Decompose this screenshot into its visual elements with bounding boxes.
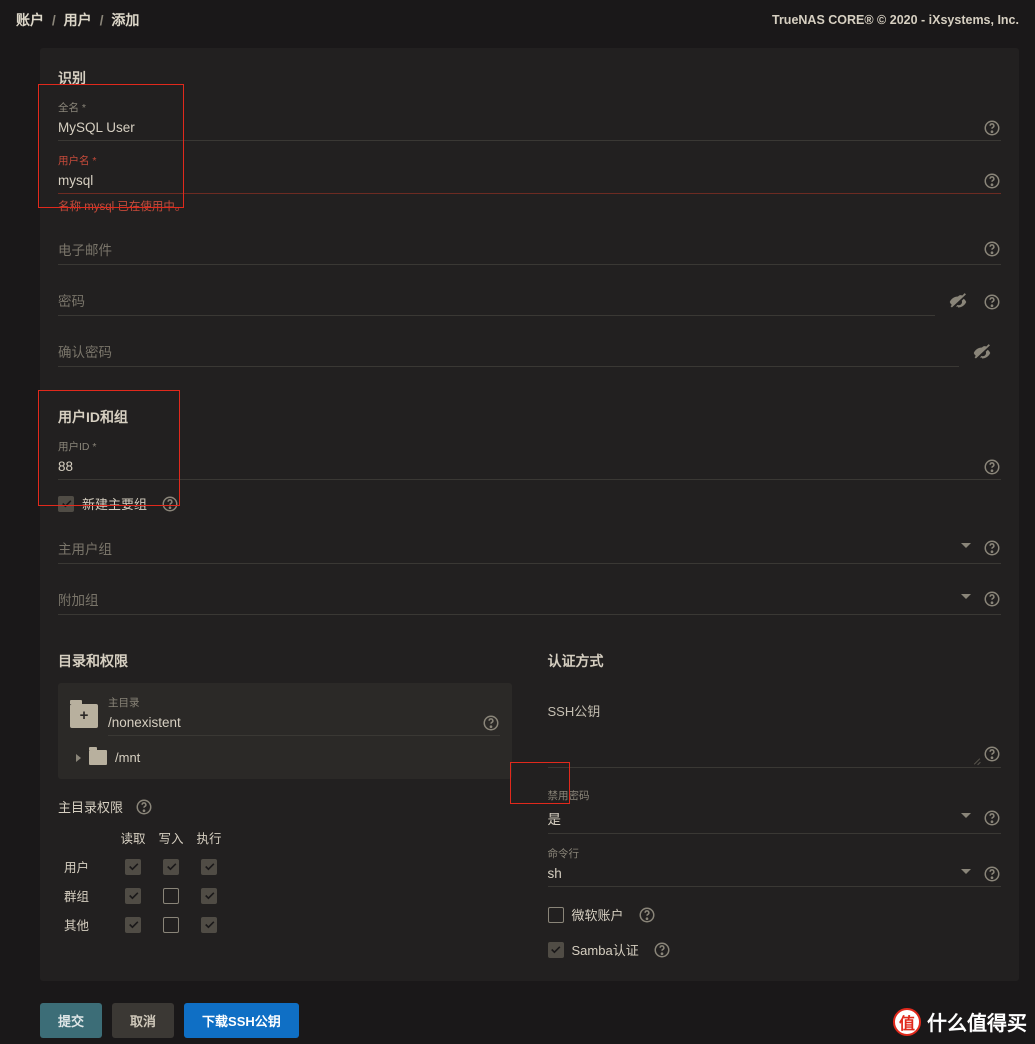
shell-label: 命令行 [548, 846, 1002, 861]
watermark-icon: 值 [893, 1008, 921, 1036]
disable-password-label: 禁用密码 [548, 788, 1002, 803]
perm-header-read: 读取 [116, 828, 150, 847]
watermark-text: 什么值得买 [927, 1007, 1027, 1036]
help-icon[interactable] [983, 240, 1001, 258]
help-icon[interactable] [983, 865, 1001, 883]
watermark: 值 什么值得买 [893, 1007, 1027, 1036]
breadcrumb: 账户 / 用户 / 添加 [16, 10, 139, 30]
help-icon[interactable] [638, 906, 656, 924]
email-input[interactable]: 电子邮件 [58, 237, 977, 261]
help-icon[interactable] [135, 798, 153, 816]
copyright-text: TrueNAS CORE® © 2020 - iXsystems, Inc. [772, 13, 1019, 27]
help-icon[interactable] [983, 539, 1001, 557]
help-icon[interactable] [983, 458, 1001, 476]
home-perm-title: 主目录权限 [58, 797, 123, 816]
perm-group-exec-checkbox[interactable] [201, 888, 217, 904]
perm-other-write-checkbox[interactable] [163, 917, 179, 933]
dir-tree-item[interactable]: /mnt [76, 750, 500, 765]
perm-user-exec-checkbox[interactable] [201, 859, 217, 875]
shell-select[interactable]: sh [548, 864, 962, 883]
fullname-label: 全名 * [58, 100, 1001, 115]
help-icon[interactable] [653, 941, 671, 959]
eye-off-icon[interactable] [947, 291, 969, 313]
chevron-down-icon [961, 594, 971, 604]
perm-other-exec-checkbox[interactable] [201, 917, 217, 933]
perm-other-read-checkbox[interactable] [125, 917, 141, 933]
ms-account-checkbox[interactable] [548, 907, 564, 923]
password-input[interactable]: 密码 [58, 288, 935, 312]
username-input[interactable]: mysql [58, 171, 977, 190]
section-auth-title: 认证方式 [548, 651, 1002, 671]
section-identify-title: 识别 [58, 68, 1001, 88]
eye-off-icon[interactable] [971, 342, 993, 364]
username-error: 名称 mysql 已在使用中。 [58, 198, 1001, 214]
section-dirperm-title: 目录和权限 [58, 651, 512, 671]
crumb-users[interactable]: 用户 [64, 12, 92, 28]
help-icon[interactable] [983, 172, 1001, 190]
help-icon[interactable] [161, 495, 179, 513]
perm-group-read-checkbox[interactable] [125, 888, 141, 904]
cancel-button[interactable]: 取消 [112, 1003, 174, 1038]
aux-group-select[interactable]: 附加组 [58, 587, 961, 611]
help-icon[interactable] [983, 119, 1001, 137]
disable-password-select[interactable]: 是 [548, 806, 962, 830]
perm-row-group: 群组 [64, 886, 112, 905]
help-icon[interactable] [983, 745, 1001, 763]
chevron-down-icon [961, 813, 971, 823]
home-dir-label: 主目录 [108, 695, 500, 710]
help-icon[interactable] [983, 590, 1001, 608]
help-icon[interactable] [983, 809, 1001, 827]
uid-input[interactable]: 88 [58, 457, 977, 476]
expand-icon [76, 754, 81, 762]
crumb-add: 添加 [111, 12, 139, 28]
perm-user-write-checkbox[interactable] [163, 859, 179, 875]
fullname-input[interactable]: MySQL User [58, 118, 977, 137]
new-primary-group-checkbox[interactable] [58, 496, 74, 512]
crumb-accounts[interactable]: 账户 [16, 12, 44, 28]
download-ssh-button[interactable]: 下载SSH公钥 [184, 1003, 299, 1038]
ms-account-label: 微软账户 [572, 905, 624, 924]
username-label: 用户名 * [58, 153, 1001, 168]
samba-auth-label: Samba认证 [572, 940, 639, 959]
perm-header-write: 写入 [154, 828, 188, 847]
ssh-key-textarea[interactable] [548, 728, 1002, 768]
chevron-down-icon [961, 543, 971, 553]
primary-group-select[interactable]: 主用户组 [58, 536, 961, 560]
folder-icon [89, 750, 107, 765]
uid-label: 用户ID * [58, 439, 1001, 454]
samba-auth-checkbox[interactable] [548, 942, 564, 958]
dir-mnt-label: /mnt [115, 750, 140, 765]
chevron-down-icon [961, 869, 971, 879]
submit-button[interactable]: 提交 [40, 1003, 102, 1038]
perm-row-other: 其他 [64, 915, 112, 934]
perm-row-user: 用户 [64, 857, 112, 876]
section-idgroup-title: 用户ID和组 [58, 407, 1001, 427]
home-dir-input[interactable]: /nonexistent [108, 713, 476, 732]
folder-plus-icon[interactable]: + [70, 704, 98, 728]
perm-header-exec: 执行 [192, 828, 226, 847]
confirm-password-input[interactable]: 确认密码 [58, 339, 959, 363]
ssh-key-label: SSH公钥 [548, 701, 1002, 720]
help-icon[interactable] [482, 714, 500, 732]
perm-group-write-checkbox[interactable] [163, 888, 179, 904]
new-primary-group-label: 新建主要组 [82, 494, 147, 513]
help-icon[interactable] [983, 293, 1001, 311]
perm-user-read-checkbox[interactable] [125, 859, 141, 875]
